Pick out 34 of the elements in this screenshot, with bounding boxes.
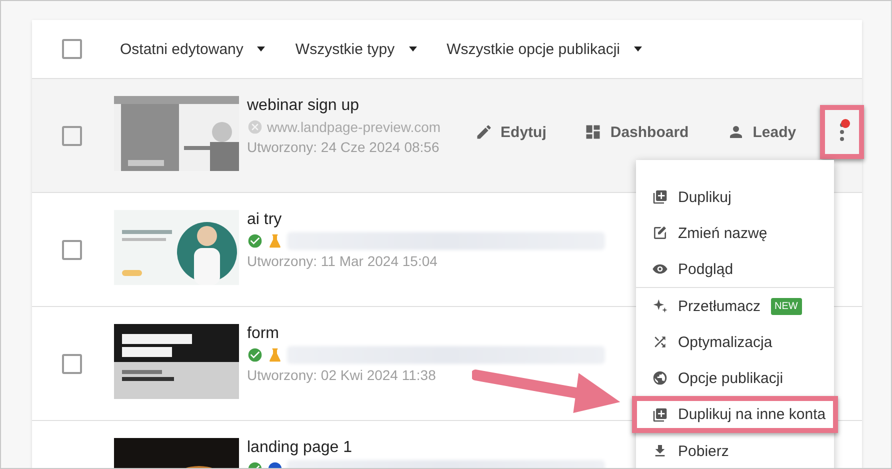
menu-item[interactable]: Opcje publikacji [636,360,834,396]
menu-item[interactable]: Zmień nazwę [636,215,834,251]
filter-dropdown[interactable]: Wszystkie typy [295,40,419,58]
created-date: Utworzony: 11 Mar 2024 15:04 [247,253,438,269]
menu-item[interactable]: Pobierz [636,433,834,468]
page-title: landing page 1 [247,439,353,457]
created-date: Utworzony: 02 Kwi 2024 11:38 [247,367,437,383]
dashboard-icon [584,123,602,141]
page-title: ai try [247,211,283,229]
action-button[interactable]: Dashboard [580,119,693,145]
flask-icon [267,347,283,363]
more-button[interactable] [820,105,864,159]
edit-box-icon [652,225,668,241]
checkbox[interactable] [62,126,82,146]
page-title: form [247,325,280,343]
filter-dropdown[interactable]: Wszystkie opcje publikacji [446,40,644,58]
sparkle-icon [652,298,668,314]
action-button[interactable]: Edytuj [470,119,550,145]
created-date: Utworzony: 24 Cze 2024 08:56 [247,139,440,155]
checkbox[interactable] [62,354,82,374]
duplicate-icon [652,189,668,205]
filter-dropdown[interactable]: Ostatni edytowany [120,40,268,58]
menu-item[interactable]: Podgląd [636,251,834,287]
pencil-icon [474,123,493,141]
new-badge: NEW [770,298,802,314]
checkbox[interactable] [62,240,82,260]
menu-item[interactable]: Duplikuj na inne konta [632,396,838,433]
action-button[interactable]: Leady [722,119,800,145]
duplicate-icon [652,406,668,422]
menu-item[interactable]: Optymalizacja [636,324,834,360]
flask-icon [267,233,283,249]
page-title: webinar sign up [247,97,360,115]
shuffle-icon [652,334,668,350]
checkbox[interactable] [62,39,82,59]
